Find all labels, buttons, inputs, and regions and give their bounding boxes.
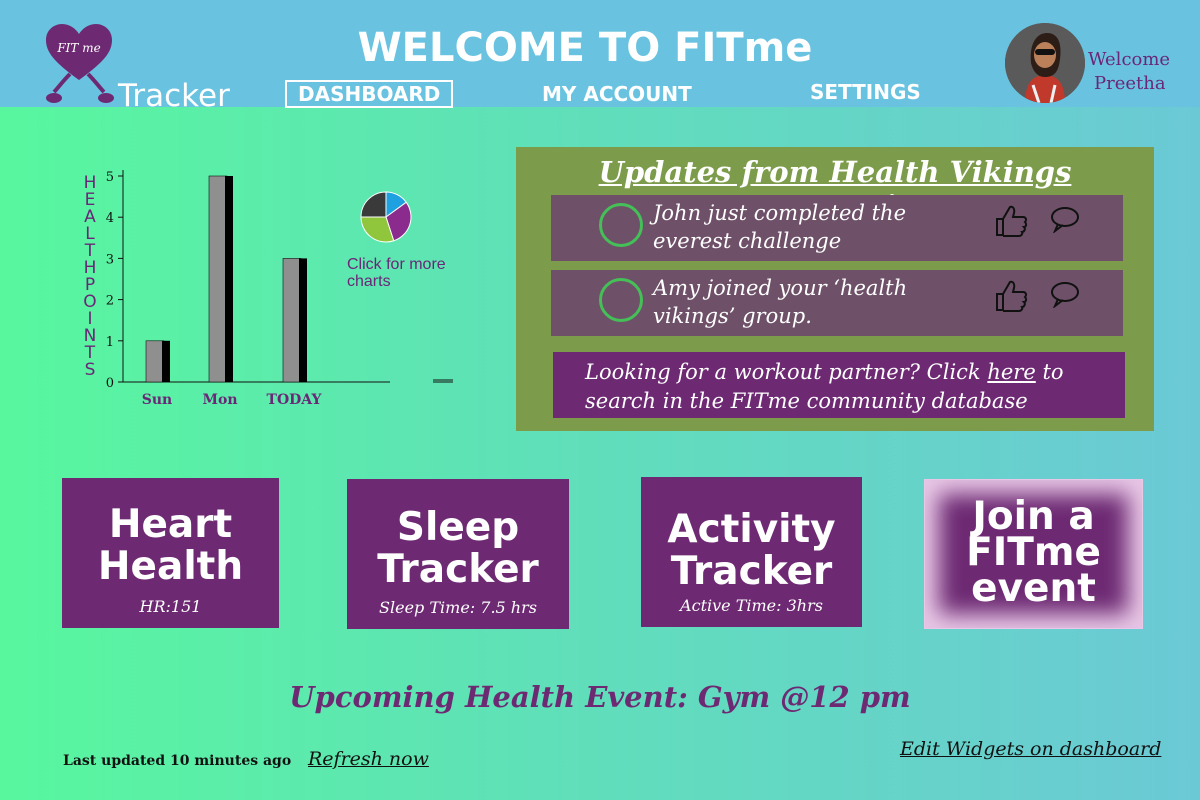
y-tick-label: 5 — [106, 170, 114, 185]
refresh-link[interactable]: Refresh now — [308, 748, 429, 770]
tile-title: Sleep Tracker — [347, 507, 569, 591]
tile-title-line: Heart — [108, 502, 233, 547]
comment-icon[interactable] — [1049, 280, 1081, 308]
bar — [282, 258, 302, 383]
nav-settings[interactable]: SETTINGS — [810, 80, 921, 104]
tile-title-line: Activity — [667, 507, 836, 552]
pie-slice — [360, 191, 387, 218]
app-name: Tracker — [118, 78, 230, 114]
active-time-value: Active Time: 3hrs — [680, 596, 823, 615]
sleep-time-value: Sleep Time: 7.5 hrs — [379, 598, 537, 617]
tile-title: Heart Health — [62, 504, 279, 588]
activity-tracker-tile[interactable]: Activity Tracker Active Time: 3hrs — [641, 477, 862, 627]
tile-title-line: event — [971, 566, 1096, 611]
partner-prefix: Looking for a workout partner? Click — [585, 360, 981, 384]
update-text: Amy joined your ‘health vikings’ group. — [653, 276, 908, 328]
tile-title-line: Health — [97, 544, 244, 589]
tile-title-line: Sleep — [396, 505, 520, 550]
y-tick-label: 2 — [106, 294, 114, 309]
y-tick-label: 4 — [106, 211, 114, 226]
workout-partner-banner: Looking for a workout partner? Click her… — [553, 352, 1125, 418]
user-avatar-ring — [599, 278, 643, 322]
welcome-line: Welcome — [1088, 49, 1171, 70]
heart-rate-value: HR:151 — [139, 597, 202, 616]
avatar[interactable] — [1005, 23, 1085, 103]
pie-chart-icon[interactable] — [358, 189, 414, 245]
bar — [208, 175, 228, 383]
bar-shadow — [225, 176, 233, 382]
thumbs-up-icon[interactable] — [993, 278, 1029, 314]
heart-health-tile[interactable]: Heart Health HR:151 — [62, 478, 279, 628]
sleep-tracker-tile[interactable]: Sleep Tracker Sleep Time: 7.5 hrs — [347, 479, 569, 629]
bar — [145, 340, 165, 383]
page-title: WELCOME TO FITme — [357, 25, 813, 71]
y-tick-label: 1 — [106, 335, 114, 350]
welcome-message: Welcome Preetha — [1088, 48, 1188, 96]
partner-text: Looking for a workout partner? Click her… — [585, 358, 1125, 416]
bar-shadow — [162, 340, 170, 382]
x-tick-label: Mon — [202, 392, 237, 408]
join-event-tile[interactable]: Join a FITme event — [924, 479, 1143, 629]
user-avatar-ring — [599, 203, 643, 247]
thumbs-up-icon[interactable] — [993, 203, 1029, 239]
nav-dashboard[interactable]: DASHBOARD — [285, 80, 454, 108]
update-text: John just completed the everest challeng… — [653, 201, 906, 253]
nav-my-account[interactable]: MY ACCOUNT — [542, 82, 692, 106]
more-charts-link[interactable]: Click for more charts — [347, 256, 477, 290]
x-tick-label: TODAY — [267, 392, 323, 408]
last-updated-text: Last updated 10 minutes ago — [63, 753, 292, 769]
y-tick-label: 3 — [106, 252, 114, 267]
tile-title-line: Tracker — [377, 547, 539, 592]
comment-icon[interactable] — [1049, 205, 1081, 233]
update-item: John just completed the everest challeng… — [551, 195, 1123, 261]
x-tick-label: Sun — [142, 392, 172, 408]
header-bar: FIT me Tracker WELCOME TO FITme DASHBOAR… — [0, 0, 1200, 114]
bar-shadow — [299, 258, 307, 382]
user-photo-icon — [1005, 23, 1085, 103]
edit-widgets-link[interactable]: Edit Widgets on dashboard — [900, 738, 1161, 760]
tile-title: Join a FITme event — [925, 497, 1142, 611]
user-name: Preetha — [1094, 73, 1166, 94]
upcoming-event: Upcoming Health Event: Gym @12 pm — [289, 680, 911, 714]
partner-search-link[interactable]: here — [987, 360, 1035, 384]
y-tick-label: 0 — [106, 376, 114, 391]
community-updates-panel: Updates from Health Vikings community Jo… — [516, 147, 1154, 431]
update-item: Amy joined your ‘health vikings’ group. — [551, 270, 1123, 336]
tile-title: Activity Tracker — [641, 509, 862, 593]
tile-title-line: Tracker — [670, 549, 833, 594]
